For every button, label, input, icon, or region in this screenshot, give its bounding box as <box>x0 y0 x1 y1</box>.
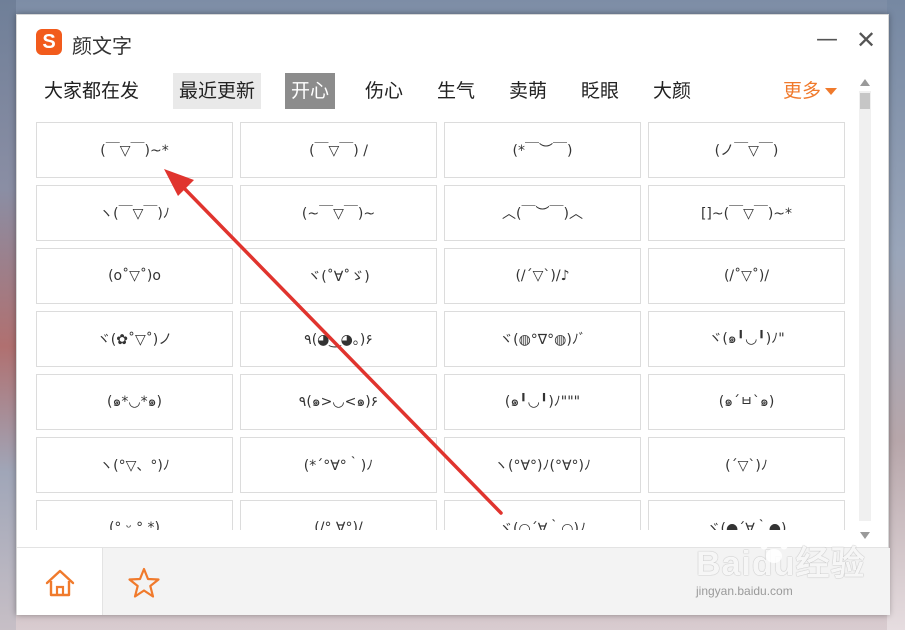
emoticon-cell[interactable]: ヾ(●´∀｀●) <box>648 500 845 530</box>
emoticon-cell[interactable]: ヽ(￣▽￣)ﾉ <box>36 185 233 241</box>
close-button[interactable]: ✕ <box>851 25 881 55</box>
emoticon-cell[interactable]: (ノ￣▽￣) <box>648 122 845 178</box>
sogou-logo-icon: S <box>36 29 62 55</box>
tab-recent[interactable]: 最近更新 <box>173 73 262 109</box>
minimize-button[interactable]: — <box>812 25 842 55</box>
emoticon-cell[interactable]: (/˚▽˚)/ <box>648 248 845 304</box>
emoticon-cell[interactable]: (๑´ㅂ`๑) <box>648 374 845 430</box>
emoticon-cell[interactable]: (/° ∀°)/ <box>240 500 437 530</box>
emoticon-cell[interactable]: ︿(￣︶￣)︿ <box>444 185 641 241</box>
emoticon-cell[interactable]: ٩(๑>◡<๑)۶ <box>240 374 437 430</box>
desktop-right-strip <box>887 0 905 630</box>
emoticon-cell[interactable]: ヾ(○´∀｀○)ﾉ <box>444 500 641 530</box>
window-title: 颜文字 <box>72 34 132 58</box>
watermark-sub: jingyan.baidu.com <box>696 584 793 598</box>
emoticon-cell[interactable]: (~￣▽￣)~ <box>240 185 437 241</box>
emoticon-cell[interactable]: (*￣︶￣) <box>444 122 641 178</box>
more-dropdown[interactable]: 更多 <box>783 73 838 109</box>
title-bar[interactable]: S 颜文字 — ✕ <box>17 15 888 67</box>
category-tabs: 大家都在发 最近更新 开心 伤心 生气 卖萌 眨眼 大颜 更多 <box>17 73 888 109</box>
tab-wink[interactable]: 眨眼 <box>575 73 625 109</box>
emoticon-cell[interactable]: ヾ(◍°∇°◍)ﾉﾞ <box>444 311 641 367</box>
emoticon-cell[interactable]: (￣▽￣)~* <box>36 122 233 178</box>
emoticon-window: S 颜文字 — ✕ 大家都在发 最近更新 开心 伤心 生气 卖萌 眨眼 大颜 更… <box>16 14 890 615</box>
dropdown-caret-icon <box>825 88 838 95</box>
emoticon-cell[interactable]: (๑╹◡╹)ﾉ""" <box>444 374 641 430</box>
tab-big-face[interactable]: 大颜 <box>647 73 697 109</box>
emoticon-cell[interactable]: (￣▽￣) / <box>240 122 437 178</box>
emoticon-cell[interactable]: ヾ(✿˚▽˚)ノ <box>36 311 233 367</box>
paw-icon <box>760 536 788 563</box>
emoticon-cell[interactable]: (๑*◡*๑) <box>36 374 233 430</box>
emoticon-grid: (￣▽￣)~* (￣▽￣) / (*￣︶￣) (ノ￣▽￣) ヽ(￣▽￣)ﾉ (~￣▽￣)~… <box>36 122 845 530</box>
tab-happy[interactable]: 开心 <box>285 73 336 109</box>
emoticon-cell[interactable]: ヾ(˚∀˚ゞ) <box>240 248 437 304</box>
desktop-left-strip <box>0 0 16 630</box>
emoticon-cell[interactable]: ٩(◕‿◕｡)۶ <box>240 311 437 367</box>
tab-cute[interactable]: 卖萌 <box>503 73 553 109</box>
star-icon <box>128 567 160 598</box>
tab-popular[interactable]: 大家都在发 <box>38 73 145 109</box>
emoticon-cell[interactable]: (´▽`)ﾉ <box>648 437 845 493</box>
home-button[interactable] <box>43 568 77 598</box>
baidu-watermark: Baidu经验 jingyan.baidu.com <box>696 532 866 612</box>
emoticon-cell[interactable]: ヾ(๑╹◡╹)ﾉ" <box>648 311 845 367</box>
favorites-button[interactable] <box>127 566 161 600</box>
home-icon <box>45 569 75 597</box>
emoticon-cell[interactable]: []~(￣▽￣)~* <box>648 185 845 241</box>
emoticon-cell[interactable]: ヽ(°∀°)ﾉ(°∀°)ﾉ <box>444 437 641 493</box>
scroll-track[interactable] <box>859 91 871 521</box>
emoticon-cell[interactable]: ヽ(°▽、°)ﾉ <box>36 437 233 493</box>
tab-angry[interactable]: 生气 <box>431 73 481 109</box>
emoticon-cell[interactable]: (*´°∀°｀)ﾉ <box>240 437 437 493</box>
emoticon-cell[interactable]: (° ᵕ ° *) <box>36 500 233 530</box>
emoticon-grid-viewport: (￣▽￣)~* (￣▽￣) / (*￣︶￣) (ノ￣▽￣) ヽ(￣▽￣)ﾉ (~￣▽￣)~… <box>36 122 848 530</box>
emoticon-cell[interactable]: (o˚▽˚)o <box>36 248 233 304</box>
emoticon-cell[interactable]: (/´▽`)/♪ <box>444 248 641 304</box>
more-label: 更多 <box>783 80 822 102</box>
tab-sad[interactable]: 伤心 <box>359 73 409 109</box>
vertical-scrollbar[interactable] <box>857 79 873 539</box>
scroll-thumb[interactable] <box>860 93 870 109</box>
scroll-up-arrow-icon[interactable] <box>860 79 870 86</box>
